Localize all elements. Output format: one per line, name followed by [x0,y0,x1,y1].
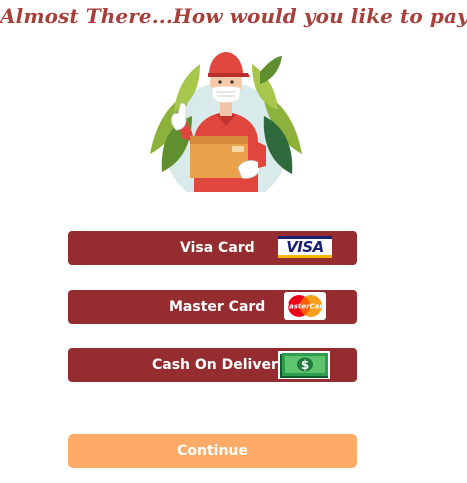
page-title: Almost There...How would you like to pay… [0,4,467,28]
mastercard-logo-text: MasterCard [284,303,326,311]
dollar-sign-text: $ [301,358,309,372]
mastercard-logo-icon: MasterCard [284,292,326,320]
cash-bill-icon: $ [278,351,330,379]
delivery-person-illustration [142,42,310,206]
master-card-button[interactable]: Master Card MasterCard [68,290,357,324]
visa-card-label: Visa Card [180,240,255,256]
visa-logo-icon: VISA [278,236,332,258]
continue-button[interactable]: Continue [68,434,357,468]
cash-on-delivery-label: Cash On Delivery [152,357,288,373]
visa-card-button[interactable]: Visa Card VISA [68,231,357,265]
cash-on-delivery-button[interactable]: Cash On Delivery $ [68,348,357,382]
master-card-label: Master Card [169,299,266,315]
